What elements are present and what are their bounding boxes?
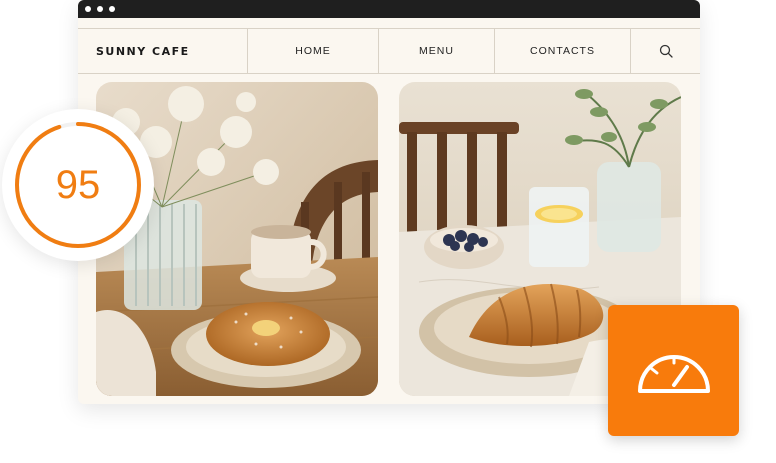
nav-contacts[interactable]: CONTACTS [495,29,631,73]
speedometer-icon [637,354,710,393]
nav-menu[interactable]: MENU [379,29,495,73]
site-logo[interactable]: SUNNY CAFE [78,29,248,73]
window-control-dot[interactable] [97,6,103,12]
search-button[interactable] [631,29,700,73]
browser-titlebar [78,0,700,18]
browser-window: SUNNY CAFE HOME MENU CONTACTS [78,0,700,404]
site-navbar: SUNNY CAFE HOME MENU CONTACTS [78,28,700,74]
search-icon [659,44,673,58]
speed-badge [608,305,739,436]
window-control-dot[interactable] [85,6,91,12]
score-value: 95 [55,162,101,207]
window-control-dot[interactable] [109,6,115,12]
nav-home[interactable]: HOME [248,29,379,73]
performance-score-badge: 95 [2,109,154,261]
